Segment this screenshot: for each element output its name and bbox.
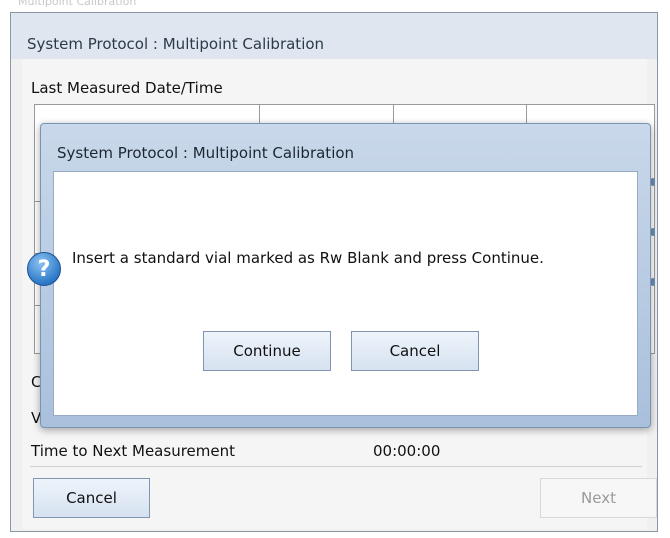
grid-column-divider [393, 105, 394, 125]
next-button[interactable]: Next [540, 478, 657, 518]
dialog-title: System Protocol : Multipoint Calibration [57, 144, 355, 162]
top-strip-text: Multipoint Calibration [18, 0, 137, 8]
dialog-body [53, 171, 638, 416]
time-to-next-value: 00:00:00 [373, 442, 441, 460]
scroll-marker [651, 228, 655, 236]
scroll-marker [651, 278, 655, 286]
last-measured-label: Last Measured Date/Time [31, 79, 223, 97]
cancel-button[interactable]: Cancel [33, 478, 150, 518]
question-icon: ? [27, 252, 61, 286]
time-to-next-label: Time to Next Measurement [31, 442, 235, 460]
dialog-cancel-button[interactable]: Cancel [351, 331, 479, 371]
window-title-bar: System Protocol : Multipoint Calibration [11, 13, 657, 59]
continue-button[interactable]: Continue [203, 331, 331, 371]
window-title: System Protocol : Multipoint Calibration [27, 35, 325, 53]
dialog: System Protocol : Multipoint Calibration [40, 123, 651, 428]
grid-column-divider [526, 105, 527, 125]
top-strip: Multipoint Calibration [0, 0, 670, 12]
grid-column-divider [259, 105, 260, 125]
dialog-message: Insert a standard vial marked as Rw Blan… [72, 249, 544, 267]
footer-divider [30, 466, 642, 467]
scroll-marker [651, 178, 655, 186]
